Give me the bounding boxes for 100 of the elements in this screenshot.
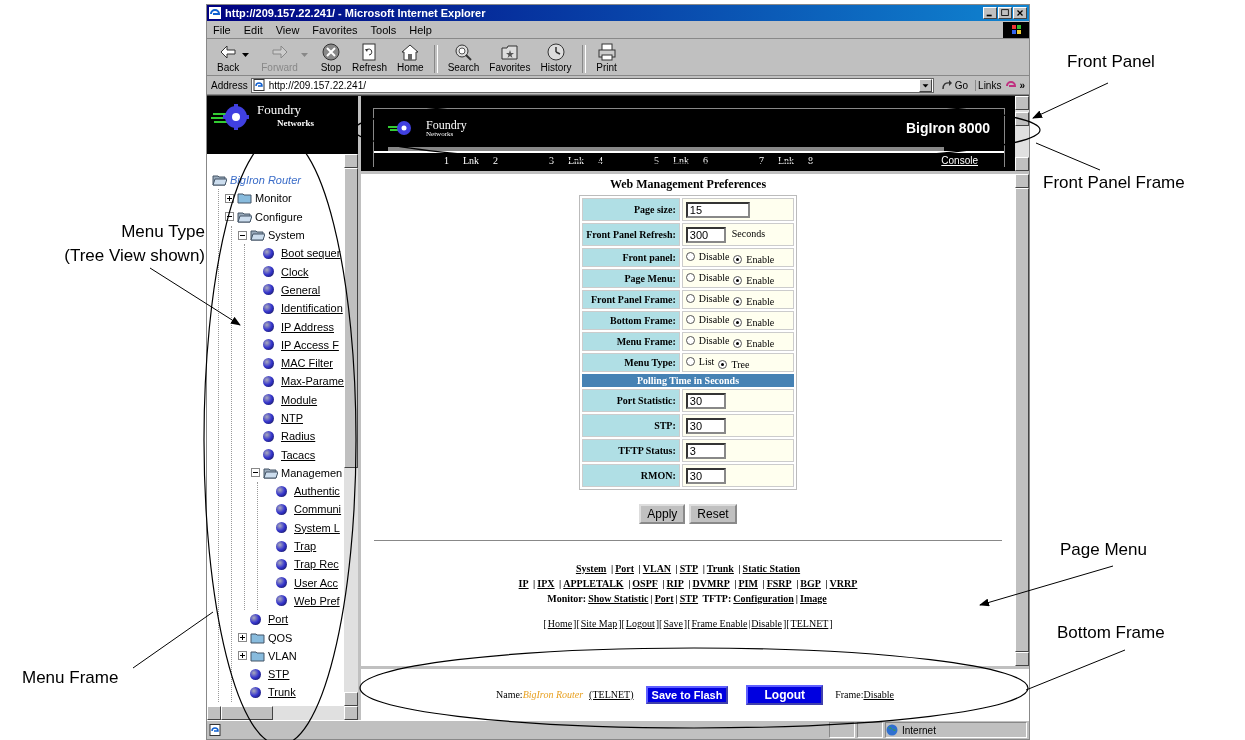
form-button[interactable]: Reset bbox=[689, 504, 737, 524]
toolbar-button[interactable]: Print bbox=[591, 42, 622, 73]
menu-item[interactable]: File bbox=[213, 23, 231, 36]
scroll-down-button[interactable] bbox=[1015, 157, 1029, 171]
utility-link[interactable]: Logout bbox=[624, 618, 656, 629]
radio-button[interactable] bbox=[685, 356, 695, 366]
input-field[interactable]: 15 bbox=[685, 201, 750, 218]
tree-link[interactable]: System L bbox=[294, 521, 340, 534]
utility-link[interactable]: Frame Enable bbox=[690, 618, 749, 629]
page-menu-link[interactable]: DVMRP bbox=[692, 576, 730, 591]
tree-item[interactable]: VLAN bbox=[268, 649, 297, 662]
more-chevron[interactable]: » bbox=[1019, 79, 1025, 91]
tree-item[interactable]: System bbox=[268, 229, 305, 242]
radio-button[interactable] bbox=[733, 254, 743, 264]
tree-link[interactable]: General bbox=[281, 283, 321, 296]
utility-link[interactable]: Home bbox=[546, 618, 574, 629]
toolbar-button[interactable]: Stop bbox=[315, 42, 346, 73]
menu-item[interactable]: Favorites bbox=[312, 23, 358, 36]
page-menu-link[interactable]: Image bbox=[800, 591, 827, 606]
page-menu-link[interactable]: RIP bbox=[666, 576, 684, 591]
tree-link[interactable]: IP Address bbox=[281, 320, 334, 333]
input-field[interactable]: 30 bbox=[685, 417, 726, 434]
radio-button[interactable] bbox=[733, 296, 743, 306]
menu-item[interactable]: Tools bbox=[370, 23, 397, 36]
tree-link[interactable]: Trap Rec bbox=[294, 558, 339, 571]
tree-link[interactable]: User Acc bbox=[294, 576, 338, 589]
tree-item[interactable]: Configure bbox=[255, 210, 303, 223]
page-menu-link[interactable]: IP bbox=[518, 576, 529, 591]
expand-icon[interactable] bbox=[225, 193, 234, 203]
console-link[interactable]: Console bbox=[941, 154, 978, 166]
radio-button[interactable] bbox=[733, 317, 743, 327]
input-field[interactable]: 30 bbox=[685, 392, 726, 409]
collapse-icon[interactable] bbox=[251, 468, 260, 478]
scroll-right-button[interactable] bbox=[344, 706, 358, 720]
scrollbar-thumb[interactable] bbox=[1015, 187, 1029, 653]
utility-link[interactable]: Site Map bbox=[579, 618, 619, 629]
maximize-button[interactable] bbox=[998, 7, 1012, 19]
toolbar-button[interactable]: Search bbox=[443, 42, 484, 73]
tree-link[interactable]: Max-Parame bbox=[281, 375, 344, 388]
page-menu-link[interactable]: FSRP bbox=[766, 576, 792, 591]
tree-link[interactable]: Port bbox=[268, 613, 289, 626]
tree-link[interactable]: Authentic bbox=[294, 485, 340, 498]
input-field[interactable]: 3 bbox=[685, 442, 726, 459]
scroll-up-button[interactable] bbox=[1015, 96, 1029, 110]
tree-link[interactable]: MAC Filter bbox=[281, 357, 333, 370]
toolbar-button[interactable]: History bbox=[536, 42, 576, 73]
utility-link[interactable]: Save bbox=[662, 618, 684, 629]
tree-link[interactable]: Identification bbox=[281, 302, 343, 315]
page-menu-link[interactable]: Trunk bbox=[706, 561, 734, 576]
radio-button[interactable] bbox=[685, 314, 695, 324]
address-field[interactable]: http://209.157.22.241/ bbox=[250, 77, 934, 93]
dropdown-button[interactable] bbox=[918, 78, 932, 92]
go-button[interactable]: Go bbox=[936, 79, 973, 91]
links-button[interactable]: Links bbox=[975, 79, 1004, 91]
toolbar-button[interactable]: Refresh bbox=[347, 42, 391, 73]
disable-link[interactable]: Disable bbox=[863, 689, 894, 700]
tree-link[interactable]: Module bbox=[281, 393, 318, 406]
page-menu-link[interactable]: BGP bbox=[800, 576, 821, 591]
scroll-left-button[interactable] bbox=[207, 706, 221, 720]
radio-button[interactable] bbox=[733, 338, 743, 348]
tree-item[interactable]: QOS bbox=[268, 631, 293, 644]
radio-button[interactable] bbox=[685, 251, 695, 261]
input-field[interactable]: 300 bbox=[685, 226, 726, 243]
close-button[interactable] bbox=[1013, 7, 1027, 19]
tree-link[interactable]: Tacacs bbox=[281, 448, 316, 461]
page-menu-link[interactable]: OSPF bbox=[632, 576, 658, 591]
page-menu-link[interactable]: PIM bbox=[738, 576, 758, 591]
page-menu-link[interactable]: STP bbox=[679, 591, 699, 606]
menu-item[interactable]: View bbox=[275, 23, 300, 36]
tree-link[interactable]: Web Pref bbox=[294, 594, 340, 607]
tree-link[interactable]: Clock bbox=[281, 265, 309, 278]
page-menu-link[interactable]: Configuration bbox=[733, 591, 794, 606]
minimize-button[interactable] bbox=[983, 7, 997, 19]
tree-link[interactable]: IP Access F bbox=[281, 338, 339, 351]
utility-link[interactable]: Disable bbox=[750, 618, 783, 629]
radio-button[interactable] bbox=[685, 293, 695, 303]
scroll-up-button[interactable] bbox=[344, 154, 358, 168]
tree-link[interactable]: NTP bbox=[281, 412, 303, 424]
tree-link[interactable]: Trunk bbox=[268, 686, 296, 699]
menu-item[interactable]: Help bbox=[409, 23, 432, 36]
tree-link[interactable]: Radius bbox=[281, 430, 316, 443]
frame-button[interactable]: Save to Flash bbox=[645, 685, 729, 704]
page-menu-link[interactable]: Show Statistic bbox=[588, 591, 649, 606]
scrollbar-thumb[interactable] bbox=[221, 706, 273, 720]
collapse-icon[interactable] bbox=[238, 230, 247, 240]
frame-button[interactable]: Logout bbox=[746, 684, 824, 705]
collapse-icon[interactable] bbox=[225, 212, 234, 222]
page-menu-link[interactable]: APPLETALK bbox=[563, 576, 624, 591]
radio-button[interactable] bbox=[685, 335, 695, 345]
toolbar-button[interactable]: Home bbox=[392, 42, 428, 73]
page-menu-link[interactable]: Port bbox=[615, 561, 635, 576]
telnet-link[interactable]: (TELNET) bbox=[589, 689, 634, 700]
scroll-up-button[interactable] bbox=[1015, 174, 1029, 188]
page-menu-link[interactable]: VLAN bbox=[642, 561, 672, 576]
page-menu-link[interactable]: IPX bbox=[537, 576, 555, 591]
menu-item[interactable]: Edit bbox=[243, 23, 263, 36]
tree-link[interactable]: Trap bbox=[294, 540, 317, 553]
page-menu-link[interactable]: System bbox=[575, 561, 607, 576]
radio-button[interactable] bbox=[685, 272, 695, 282]
tree-link[interactable]: Communi bbox=[294, 503, 342, 516]
